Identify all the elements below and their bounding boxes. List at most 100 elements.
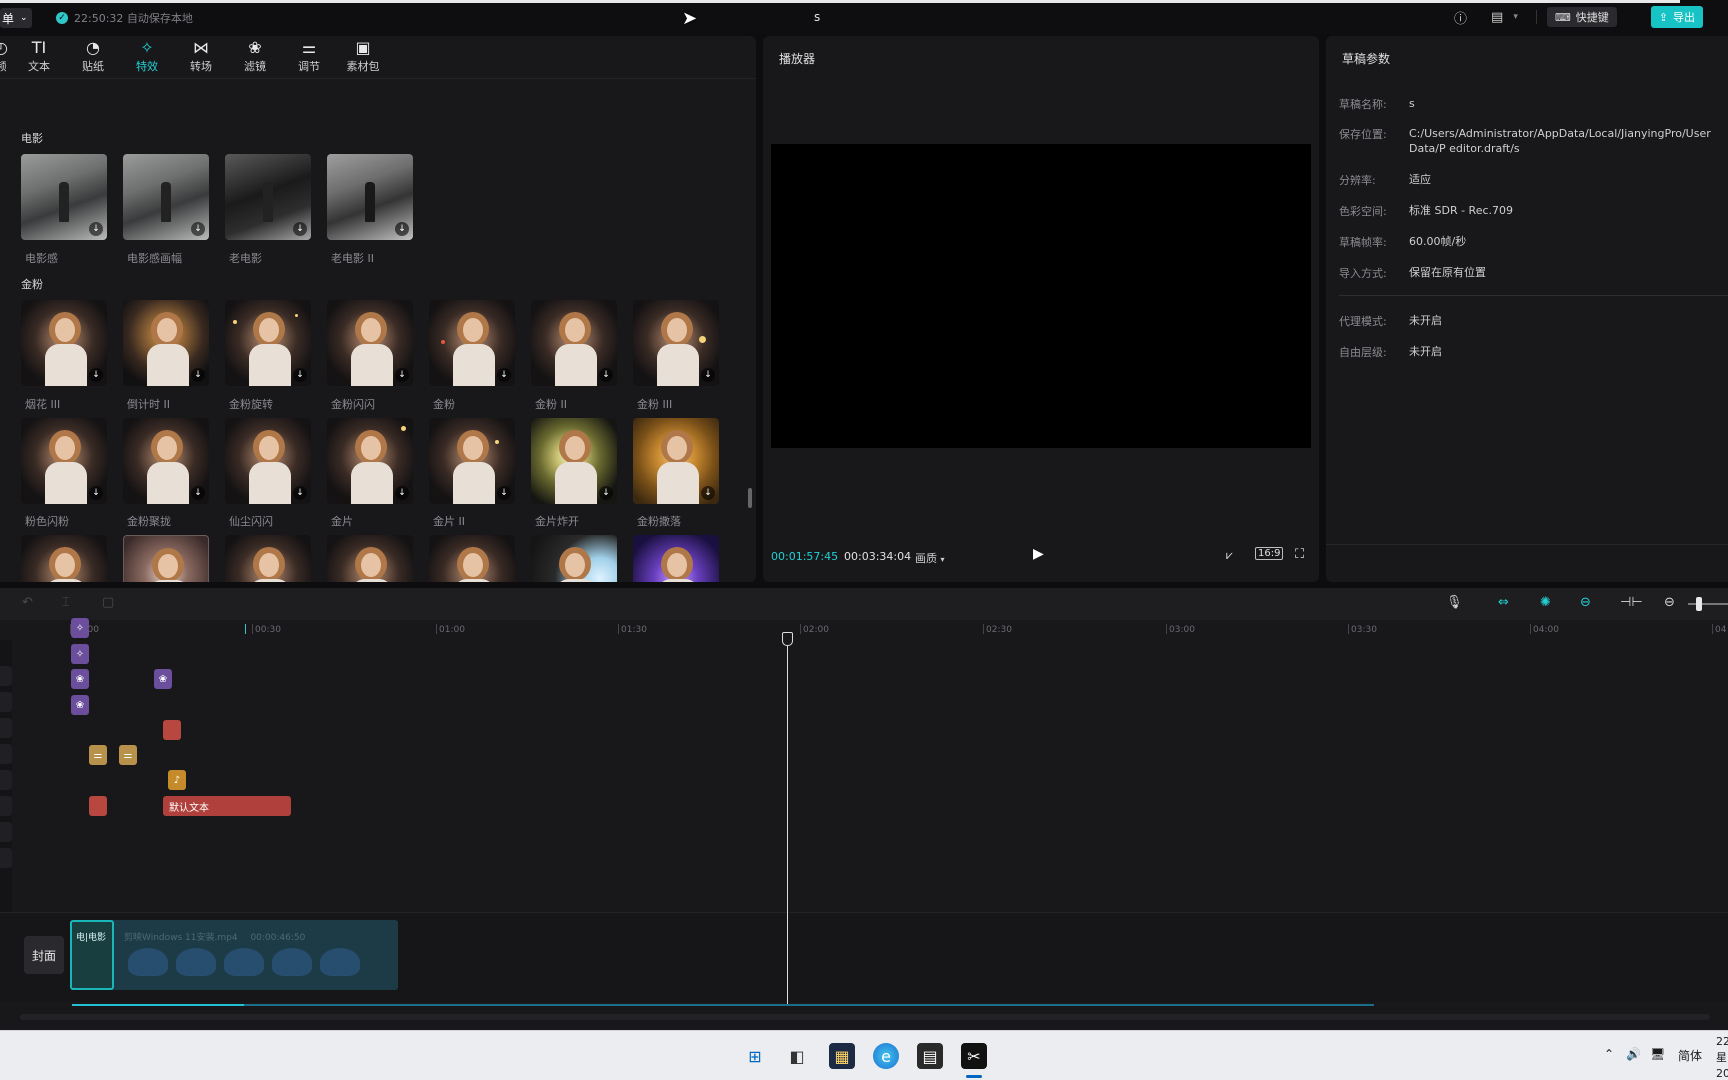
zoom-slider-handle[interactable] [1696,597,1702,611]
download-icon[interactable]: ↓ [497,486,511,500]
track-header[interactable] [0,744,12,764]
export-button[interactable]: ⇪ 导出 [1650,6,1703,28]
effect-thumb-movie-1[interactable]: ↓ [21,154,107,240]
tab-effects[interactable]: ✧ 特效 [120,36,174,78]
effect-thumb-gold[interactable]: ↓ [225,300,311,386]
filter-clip[interactable]: ❀ [71,669,89,689]
player-viewport[interactable] [771,144,1311,448]
download-icon[interactable]: ↓ [599,486,613,500]
sticker-clip[interactable] [89,796,107,816]
effect-thumb-gold[interactable]: ↓ [123,535,209,582]
main-track-magnet-icon[interactable]: ⇔ [1498,595,1509,610]
download-icon[interactable]: ↓ [293,368,307,382]
video-clip[interactable]: 剪映Windows 11安装.mp4 00:00:46:50 [70,920,398,990]
waveform-icon[interactable]: ⩗ [1226,548,1233,563]
effect-thumb-gold[interactable]: ↓ [531,418,617,504]
zoom-slider[interactable] [1688,603,1728,605]
effect-thumb-gold[interactable]: ↓ [123,418,209,504]
help-icon[interactable]: ⓘ [1454,8,1467,27]
microphone-icon[interactable]: 🎙 [1446,595,1463,610]
auto-snap-icon[interactable]: ✺ [1540,595,1551,610]
tab-package[interactable]: ▣ 素材包 [336,36,390,78]
ime-indicator[interactable]: 简体 [1678,1047,1702,1064]
track-header[interactable] [0,718,12,738]
download-icon[interactable]: ↓ [191,222,205,236]
playhead-handle[interactable] [782,632,793,646]
effect-thumb-gold[interactable]: ↓ [21,418,107,504]
adjust-clip[interactable]: ⚌ [119,745,137,765]
linkage-icon[interactable]: ⊖ [1580,595,1591,610]
delete-icon[interactable]: ▢ [102,595,114,610]
quality-dropdown[interactable]: 画质 ▾ [915,550,945,566]
store-icon[interactable]: ▤ [917,1043,943,1069]
task-view-icon[interactable]: ◧ [784,1043,810,1069]
tab-transition[interactable]: ⋈ 转场 [174,36,228,78]
playhead[interactable] [787,632,788,1004]
download-icon[interactable]: ↓ [701,368,715,382]
system-clock[interactable]: 22 星 202 [1716,1034,1728,1080]
tab-media[interactable]: ◴ 频 [0,36,12,78]
download-icon[interactable]: ↓ [293,486,307,500]
download-icon[interactable]: ↓ [293,222,307,236]
filter-clip[interactable]: ❀ [154,669,172,689]
tab-text[interactable]: TI 文本 [12,36,66,78]
effect-thumb-movie-3[interactable]: ↓ [225,154,311,240]
volume-icon[interactable]: 🔊 [1626,1047,1641,1061]
layout-chevron-icon[interactable]: ▾ [1513,12,1518,22]
effect-clip[interactable]: ✧ [71,618,89,638]
effect-thumb-gold[interactable]: ↓ [429,418,515,504]
download-icon[interactable]: ↓ [89,368,103,382]
download-icon[interactable]: ↓ [191,368,205,382]
track-header[interactable] [0,692,12,712]
time-ruler[interactable]: 00:00 00:30 01:00 01:30 02:00 02:30 03:0… [0,620,1728,640]
track-header[interactable] [0,848,12,868]
download-icon[interactable]: ↓ [395,368,409,382]
effect-thumb-movie-4[interactable]: ↓ [327,154,413,240]
capcut-app-icon[interactable]: ✂ [961,1043,987,1069]
effect-thumb-gold[interactable]: ↓ [633,535,719,582]
zoom-out-icon[interactable]: ⊖ [1664,595,1675,610]
effect-thumb-gold[interactable]: ↓ [225,535,311,582]
shortcut-button[interactable]: ⌨ 快捷键 [1546,7,1617,27]
adjust-clip[interactable]: ⚌ [89,745,107,765]
download-icon[interactable]: ↓ [191,486,205,500]
effect-thumb-gold[interactable]: ↓ [123,300,209,386]
effects-scrollbar[interactable] [748,488,752,508]
track-header[interactable] [0,666,12,686]
preview-axis-icon[interactable]: ⊣⊢ [1620,595,1643,610]
download-icon[interactable]: ↓ [89,486,103,500]
cover-button[interactable]: 封面 [24,936,64,974]
sticker-clip[interactable] [163,720,181,740]
play-icon[interactable]: ▶ [1033,546,1044,562]
fullscreen-icon[interactable]: ⛶ [1295,547,1304,562]
audio-clip[interactable]: ♪ [168,770,186,790]
effect-thumb-gold[interactable]: ↓ [531,300,617,386]
effect-thumb-gold[interactable]: ↓ [327,300,413,386]
edge-browser-icon[interactable]: e [873,1043,899,1069]
effect-thumb-gold[interactable]: ↓ [633,300,719,386]
effect-clip[interactable]: ✧ [71,644,89,664]
effect-thumb-gold[interactable]: ↓ [429,300,515,386]
effect-thumb-gold[interactable]: ↓ [225,418,311,504]
effect-thumb-gold[interactable]: ↓ [429,535,515,582]
effect-thumb-gold[interactable]: ↓ [327,418,413,504]
effect-thumb-gold[interactable]: ↓ [21,535,107,582]
aspect-ratio-button[interactable]: 16:9 [1255,547,1284,560]
download-icon[interactable]: ↓ [395,486,409,500]
tab-sticker[interactable]: ◔ 贴纸 [66,36,120,78]
undo-icon[interactable]: ↶ [22,595,33,610]
track-header[interactable] [0,770,12,790]
text-clip[interactable]: 默认文本 [163,796,291,816]
selected-video-clip[interactable]: 电|电影 [70,920,114,990]
track-header[interactable] [0,822,12,842]
filter-clip[interactable]: ❀ [71,695,89,715]
layout-icon[interactable]: ▤ [1491,10,1503,25]
tab-adjust[interactable]: ⚌ 调节 [282,36,336,78]
download-icon[interactable]: ↓ [89,222,103,236]
download-icon[interactable]: ↓ [599,368,613,382]
track-header[interactable] [0,796,12,816]
tray-chevron-icon[interactable]: ⌃ [1604,1047,1614,1061]
effect-thumb-gold[interactable]: ↓ [633,418,719,504]
effect-thumb-gold[interactable]: ↓ [327,535,413,582]
split-icon[interactable]: ⌶ [62,595,70,610]
